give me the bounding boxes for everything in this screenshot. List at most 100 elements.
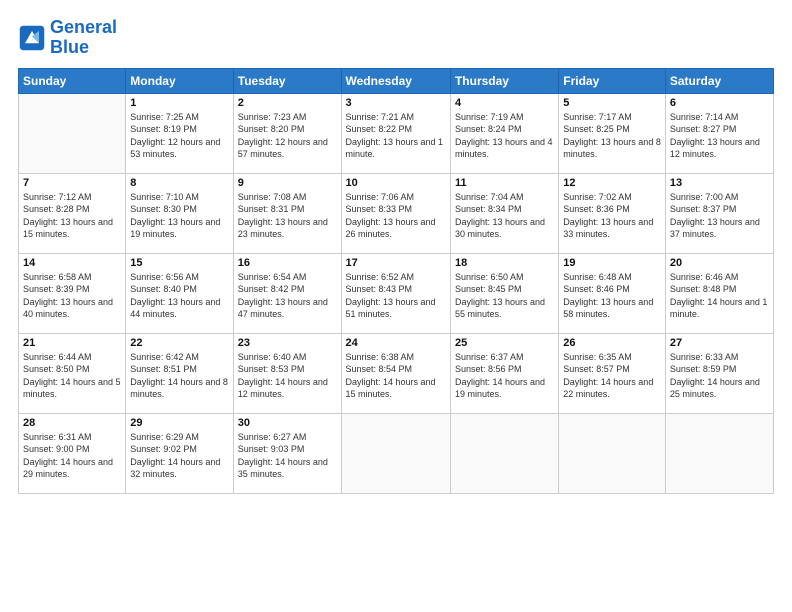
calendar-cell: 19 Sunrise: 6:48 AMSunset: 8:46 PMDayligh… <box>559 253 666 333</box>
calendar-cell: 8 Sunrise: 7:10 AMSunset: 8:30 PMDaylight… <box>126 173 233 253</box>
day-number: 26 <box>563 337 661 349</box>
calendar-cell: 6 Sunrise: 7:14 AMSunset: 8:27 PMDaylight… <box>665 93 773 173</box>
day-number: 3 <box>346 97 446 109</box>
calendar-cell: 14 Sunrise: 6:58 AMSunset: 8:39 PMDayligh… <box>19 253 126 333</box>
day-info: Sunrise: 6:50 AMSunset: 8:45 PMDaylight:… <box>455 271 554 321</box>
day-info: Sunrise: 7:02 AMSunset: 8:36 PMDaylight:… <box>563 191 661 241</box>
day-info: Sunrise: 7:14 AMSunset: 8:27 PMDaylight:… <box>670 111 769 161</box>
day-info: Sunrise: 6:29 AMSunset: 9:02 PMDaylight:… <box>130 431 228 481</box>
calendar-cell: 25 Sunrise: 6:37 AMSunset: 8:56 PMDayligh… <box>450 333 558 413</box>
day-info: Sunrise: 6:42 AMSunset: 8:51 PMDaylight:… <box>130 351 228 401</box>
day-number: 13 <box>670 177 769 189</box>
day-info: Sunrise: 6:27 AMSunset: 9:03 PMDaylight:… <box>238 431 337 481</box>
calendar-cell: 16 Sunrise: 6:54 AMSunset: 8:42 PMDayligh… <box>233 253 341 333</box>
calendar-cell: 24 Sunrise: 6:38 AMSunset: 8:54 PMDayligh… <box>341 333 450 413</box>
weekday-header: Sunday <box>19 68 126 93</box>
calendar-cell: 28 Sunrise: 6:31 AMSunset: 9:00 PMDayligh… <box>19 413 126 493</box>
page: General Blue SundayMondayTuesdayWednesda… <box>0 0 792 612</box>
day-info: Sunrise: 6:58 AMSunset: 8:39 PMDaylight:… <box>23 271 121 321</box>
day-number: 12 <box>563 177 661 189</box>
calendar-cell: 11Sunrise: 7:04 AMSunset: 8:34 PMDayligh… <box>450 173 558 253</box>
calendar-cell: 2 Sunrise: 7:23 AMSunset: 8:20 PMDaylight… <box>233 93 341 173</box>
day-number: 4 <box>455 97 554 109</box>
calendar-cell <box>341 413 450 493</box>
calendar-cell <box>19 93 126 173</box>
day-info: Sunrise: 6:56 AMSunset: 8:40 PMDaylight:… <box>130 271 228 321</box>
day-info: Sunrise: 7:19 AMSunset: 8:24 PMDaylight:… <box>455 111 554 161</box>
day-info: Sunrise: 6:35 AMSunset: 8:57 PMDaylight:… <box>563 351 661 401</box>
day-number: 22 <box>130 337 228 349</box>
day-number: 9 <box>238 177 337 189</box>
day-number: 20 <box>670 257 769 269</box>
day-number: 19 <box>563 257 661 269</box>
weekday-header: Friday <box>559 68 666 93</box>
day-number: 28 <box>23 417 121 429</box>
day-info: Sunrise: 7:23 AMSunset: 8:20 PMDaylight:… <box>238 111 337 161</box>
day-number: 25 <box>455 337 554 349</box>
calendar-cell: 15 Sunrise: 6:56 AMSunset: 8:40 PMDayligh… <box>126 253 233 333</box>
day-info: Sunrise: 6:31 AMSunset: 9:00 PMDaylight:… <box>23 431 121 481</box>
logo-blue: Blue <box>50 37 89 57</box>
calendar-cell: 4 Sunrise: 7:19 AMSunset: 8:24 PMDaylight… <box>450 93 558 173</box>
day-number: 1 <box>130 97 228 109</box>
calendar-cell: 23 Sunrise: 6:40 AMSunset: 8:53 PMDayligh… <box>233 333 341 413</box>
calendar-cell: 26 Sunrise: 6:35 AMSunset: 8:57 PMDayligh… <box>559 333 666 413</box>
day-info: Sunrise: 6:48 AMSunset: 8:46 PMDaylight:… <box>563 271 661 321</box>
day-number: 10 <box>346 177 446 189</box>
calendar: SundayMondayTuesdayWednesdayThursdayFrid… <box>18 68 774 494</box>
day-number: 2 <box>238 97 337 109</box>
calendar-cell: 1Sunrise: 7:25 AMSunset: 8:19 PMDaylight… <box>126 93 233 173</box>
weekday-header: Thursday <box>450 68 558 93</box>
day-info: Sunrise: 6:38 AMSunset: 8:54 PMDaylight:… <box>346 351 446 401</box>
calendar-cell: 9 Sunrise: 7:08 AMSunset: 8:31 PMDaylight… <box>233 173 341 253</box>
logo-text: General Blue <box>50 18 117 58</box>
weekday-header: Wednesday <box>341 68 450 93</box>
day-info: Sunrise: 6:54 AMSunset: 8:42 PMDaylight:… <box>238 271 337 321</box>
calendar-cell: 29 Sunrise: 6:29 AMSunset: 9:02 PMDayligh… <box>126 413 233 493</box>
day-number: 24 <box>346 337 446 349</box>
day-info: Sunrise: 7:00 AMSunset: 8:37 PMDaylight:… <box>670 191 769 241</box>
day-info: Sunrise: 7:10 AMSunset: 8:30 PMDaylight:… <box>130 191 228 241</box>
day-info: Sunrise: 7:21 AMSunset: 8:22 PMDaylight:… <box>346 111 446 161</box>
calendar-cell: 22 Sunrise: 6:42 AMSunset: 8:51 PMDayligh… <box>126 333 233 413</box>
day-number: 5 <box>563 97 661 109</box>
logo-icon <box>18 24 46 52</box>
logo: General Blue <box>18 18 117 58</box>
day-info: Sunrise: 7:06 AMSunset: 8:33 PMDaylight:… <box>346 191 446 241</box>
calendar-cell: 30Sunrise: 6:27 AMSunset: 9:03 PMDayligh… <box>233 413 341 493</box>
calendar-cell: 7 Sunrise: 7:12 AMSunset: 8:28 PMDaylight… <box>19 173 126 253</box>
day-number: 18 <box>455 257 554 269</box>
day-number: 14 <box>23 257 121 269</box>
day-info: Sunrise: 7:12 AMSunset: 8:28 PMDaylight:… <box>23 191 121 241</box>
day-info: Sunrise: 6:44 AMSunset: 8:50 PMDaylight:… <box>23 351 121 401</box>
day-number: 23 <box>238 337 337 349</box>
calendar-cell: 3 Sunrise: 7:21 AMSunset: 8:22 PMDaylight… <box>341 93 450 173</box>
day-info: Sunrise: 7:17 AMSunset: 8:25 PMDaylight:… <box>563 111 661 161</box>
calendar-cell: 5 Sunrise: 7:17 AMSunset: 8:25 PMDaylight… <box>559 93 666 173</box>
calendar-cell: 12 Sunrise: 7:02 AMSunset: 8:36 PMDayligh… <box>559 173 666 253</box>
day-number: 17 <box>346 257 446 269</box>
day-info: Sunrise: 7:08 AMSunset: 8:31 PMDaylight:… <box>238 191 337 241</box>
calendar-cell: 10 Sunrise: 7:06 AMSunset: 8:33 PMDayligh… <box>341 173 450 253</box>
weekday-header: Tuesday <box>233 68 341 93</box>
day-number: 21 <box>23 337 121 349</box>
day-info: Sunrise: 6:37 AMSunset: 8:56 PMDaylight:… <box>455 351 554 401</box>
calendar-cell: 13 Sunrise: 7:00 AMSunset: 8:37 PMDayligh… <box>665 173 773 253</box>
day-number: 6 <box>670 97 769 109</box>
calendar-cell <box>559 413 666 493</box>
weekday-header: Saturday <box>665 68 773 93</box>
calendar-cell <box>665 413 773 493</box>
day-info: Sunrise: 6:46 AMSunset: 8:48 PMDaylight:… <box>670 271 769 321</box>
day-info: Sunrise: 7:04 AMSunset: 8:34 PMDaylight:… <box>455 191 554 241</box>
day-number: 27 <box>670 337 769 349</box>
day-number: 29 <box>130 417 228 429</box>
day-info: Sunrise: 6:40 AMSunset: 8:53 PMDaylight:… <box>238 351 337 401</box>
day-number: 15 <box>130 257 228 269</box>
day-number: 7 <box>23 177 121 189</box>
day-number: 16 <box>238 257 337 269</box>
calendar-cell: 18 Sunrise: 6:50 AMSunset: 8:45 PMDayligh… <box>450 253 558 333</box>
day-info: Sunrise: 6:52 AMSunset: 8:43 PMDaylight:… <box>346 271 446 321</box>
day-info: Sunrise: 6:33 AMSunset: 8:59 PMDaylight:… <box>670 351 769 401</box>
calendar-cell: 27 Sunrise: 6:33 AMSunset: 8:59 PMDayligh… <box>665 333 773 413</box>
day-number: 8 <box>130 177 228 189</box>
